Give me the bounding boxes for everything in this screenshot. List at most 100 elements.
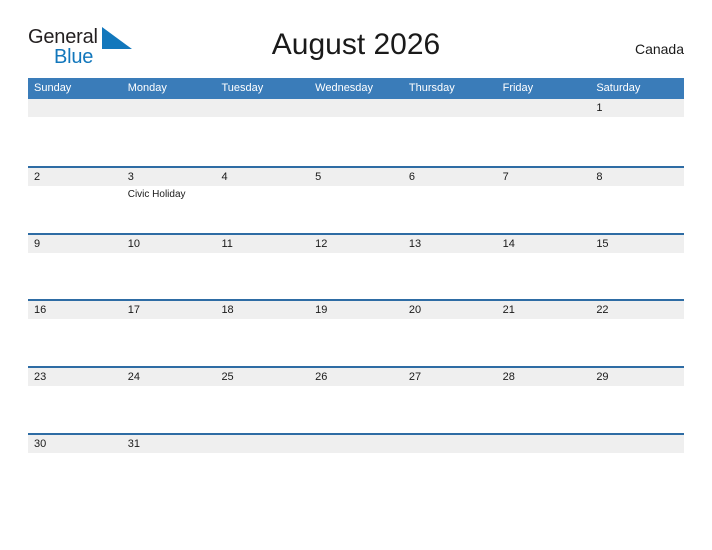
day-events [409, 319, 497, 321]
calendar-page: General Blue August 2026 Canada Sunday M… [0, 0, 712, 550]
day-number [315, 435, 403, 453]
day-cell[interactable]: 22 [590, 301, 684, 366]
weekday-header-friday: Friday [502, 82, 534, 94]
week-cells: 30 31 [28, 435, 684, 500]
day-cell[interactable]: 5 [309, 168, 403, 233]
day-cell[interactable] [309, 435, 403, 500]
weekday-header-row: Sunday Monday Tuesday Wednesday Thursday… [28, 78, 684, 99]
day-number: 31 [127, 437, 140, 450]
day-number: 27 [408, 371, 422, 384]
day-events [409, 453, 497, 455]
weekday-header-sunday: Sunday [34, 82, 72, 94]
calendar-week-row: 1 [28, 99, 684, 166]
day-cell[interactable]: 7 [497, 168, 591, 233]
day-cell[interactable]: 26 [309, 368, 403, 433]
day-cell[interactable]: 21 [497, 301, 591, 366]
day-cell[interactable]: 24 [122, 368, 216, 433]
day-cell[interactable] [497, 99, 591, 166]
day-cell[interactable]: 16 [28, 301, 122, 366]
day-number: 15 [596, 237, 609, 250]
day-number: 6 [408, 170, 415, 183]
day-number: 25 [221, 371, 234, 384]
day-events [315, 117, 403, 119]
day-number: 8 [596, 170, 603, 183]
day-cell[interactable]: 15 [590, 235, 684, 300]
day-cell[interactable]: 28 [497, 368, 591, 433]
day-cell[interactable] [403, 99, 497, 166]
day-events [221, 253, 309, 255]
day-number: 5 [315, 170, 322, 183]
day-cell[interactable]: 18 [215, 301, 309, 366]
day-cell[interactable]: 20 [403, 301, 497, 366]
day-events [221, 453, 309, 455]
day-cell[interactable] [122, 99, 216, 166]
day-cell[interactable]: 23 [28, 368, 122, 433]
day-events [34, 253, 122, 255]
day-cell[interactable] [215, 99, 309, 166]
day-number: 26 [315, 371, 328, 384]
day-cell[interactable]: 4 [215, 168, 309, 233]
weekday-header-wednesday: Wednesday [315, 82, 374, 94]
day-cell[interactable]: 10 [122, 235, 216, 300]
day-cell[interactable] [403, 435, 497, 500]
day-events [221, 117, 309, 119]
page-header: General Blue August 2026 Canada [28, 24, 684, 72]
calendar-week-row: 30 31 [28, 432, 684, 500]
day-number [409, 435, 497, 453]
day-number [503, 99, 591, 117]
day-number: 1 [596, 102, 603, 114]
day-events [34, 386, 122, 388]
day-cell[interactable]: 12 [309, 235, 403, 300]
day-cell[interactable] [309, 99, 403, 166]
day-events [128, 117, 216, 119]
day-events [34, 117, 122, 119]
day-cell[interactable]: 1 [590, 99, 684, 166]
day-events [596, 386, 684, 388]
day-number [503, 435, 591, 453]
day-number: 11 [221, 237, 233, 250]
day-cell[interactable]: 30 [28, 435, 122, 500]
day-cell[interactable] [497, 435, 591, 500]
day-cell[interactable]: 6 [403, 168, 497, 233]
day-cell[interactable]: 8 [590, 168, 684, 233]
day-events [409, 117, 497, 119]
day-events [596, 253, 684, 255]
week-cells: 9 10 11 12 13 14 15 [28, 235, 684, 300]
weekday-header-monday: Monday [127, 82, 167, 94]
day-number: 19 [315, 304, 328, 317]
day-cell[interactable]: 13 [403, 235, 497, 300]
day-cell[interactable]: 31 [122, 435, 216, 500]
day-cell[interactable]: 2 [28, 168, 122, 233]
day-cell[interactable]: 9 [28, 235, 122, 300]
day-cell[interactable] [28, 99, 122, 166]
day-cell[interactable]: 29 [590, 368, 684, 433]
day-number: 13 [408, 237, 422, 250]
day-number: 16 [34, 304, 47, 317]
day-events [596, 453, 684, 455]
day-number: 12 [315, 237, 328, 250]
day-number [221, 435, 309, 453]
day-cell[interactable]: 25 [215, 368, 309, 433]
day-cell[interactable]: 11 [215, 235, 309, 300]
calendar-week-row: 16 17 18 19 20 21 22 [28, 299, 684, 366]
day-cell[interactable] [590, 435, 684, 500]
day-events [409, 253, 497, 255]
weekday-header-saturday: Saturday [596, 82, 641, 94]
day-cell[interactable]: 17 [122, 301, 216, 366]
week-cells: 16 17 18 19 20 21 22 [28, 301, 684, 366]
day-cell[interactable]: 14 [497, 235, 591, 300]
calendar-week-row: 2 3 Civic Holiday 4 5 6 7 8 [28, 165, 684, 233]
day-number: 18 [221, 304, 234, 317]
page-title: August 2026 [271, 28, 441, 61]
day-number: 22 [596, 304, 609, 317]
day-events [128, 386, 216, 388]
day-cell[interactable]: 27 [403, 368, 497, 433]
day-cell[interactable] [215, 435, 309, 500]
day-events: Civic Holiday [128, 186, 216, 201]
day-events [34, 453, 122, 455]
day-events [503, 386, 591, 388]
day-cell[interactable]: 19 [309, 301, 403, 366]
day-events [315, 186, 403, 188]
day-cell[interactable]: 3 Civic Holiday [122, 168, 216, 233]
day-events [409, 386, 497, 388]
